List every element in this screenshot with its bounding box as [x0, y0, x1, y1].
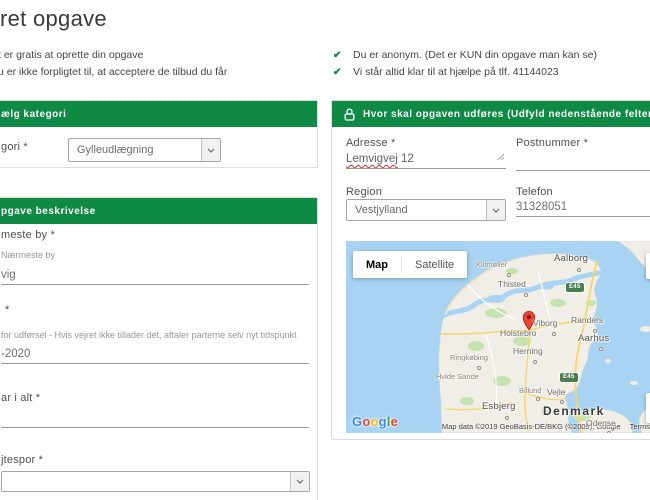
description-panel: pgave beskrivelse meste by * Nærmeste by… — [0, 197, 318, 500]
page-title: ret opgave — [0, 6, 107, 31]
category-panel-header-text: ælg kategori — [1, 108, 67, 120]
category-select[interactable]: Gylleudlægning — [68, 138, 221, 162]
google-map[interactable]: Map Satellite Google Map data ©2019 GeoB… — [346, 241, 650, 433]
location-panel: Hvor skal opgaven udføres (Udfyld nedens… — [331, 100, 650, 440]
map-type-control: Map Satellite — [353, 251, 468, 278]
chevron-down-icon[interactable] — [290, 472, 309, 491]
map-city-label: Aarhus — [578, 333, 610, 344]
region-select[interactable]: Vestjylland — [346, 199, 506, 221]
nearest-city-value: vig — [1, 269, 16, 281]
resize-grip-icon[interactable] — [497, 148, 505, 166]
benefits-list-right: ✔ Du er anonym. (Det er KUN din opgave m… — [333, 48, 597, 82]
category-panel: ælg kategori gori * Gylleudlægning — [0, 100, 318, 168]
map-city-dot — [533, 360, 537, 364]
telefon-input[interactable]: 31328051 — [516, 197, 650, 217]
satellite-button[interactable]: Satellite — [402, 251, 467, 278]
map-city-label: Vejle — [547, 387, 566, 397]
map-city-label: Hvide Sande — [436, 372, 479, 381]
map-city-label: Thisted — [498, 279, 526, 289]
area-input[interactable] — [1, 406, 309, 428]
adresse-value: Lemvigvej 12 — [346, 153, 414, 165]
date-input[interactable]: -2020 — [1, 344, 309, 364]
location-panel-header: Hvor skal opgaven udføres (Udfyld nedens… — [332, 101, 650, 127]
adresse-input[interactable]: Lemvigvej 12 — [346, 147, 506, 169]
benefit-text: Du er anonym. (Det er KUN din opgave man… — [353, 49, 597, 61]
map-city-label: Odense — [586, 418, 616, 428]
adresse-value-word: Lemvigvej — [346, 153, 398, 165]
tracks-label: jtespor * — [1, 454, 44, 466]
benefit-item: ✔ Vi står altid klar til at hjælpe på tl… — [333, 65, 597, 82]
nearest-city-input[interactable]: vig — [1, 265, 309, 285]
date-value: -2020 — [1, 348, 31, 360]
map-city-dot — [505, 416, 509, 420]
category-panel-header: ælg kategori — [0, 101, 317, 127]
map-city-label: Esbjerg — [482, 401, 516, 412]
map-city-dot — [507, 273, 511, 277]
benefits-list-left: ✔ t er gratis at oprette din opgave ✔ u … — [0, 48, 227, 82]
benefit-text: t er gratis at oprette din opgave — [0, 49, 144, 61]
area-label: ar i alt * — [1, 392, 41, 404]
check-icon: ✔ — [333, 67, 342, 78]
page: ret opgave ✔ t er gratis at oprette din … — [0, 0, 650, 500]
nearest-city-helper: Nærmeste by — [1, 250, 56, 260]
map-city-dot — [477, 366, 481, 370]
postnummer-label: Postnummer * — [516, 137, 589, 149]
description-panel-header-text: pgave beskrivelse — [1, 205, 96, 217]
location-panel-header-text: Hvor skal opgaven udføres (Udfyld nedens… — [363, 108, 650, 120]
route-badge: E45 — [566, 283, 584, 293]
map-city-dot — [599, 347, 603, 351]
map-city-label: Randers — [571, 315, 604, 325]
check-icon: ✔ — [333, 50, 342, 61]
category-select-value: Gylleudlægning — [77, 144, 154, 156]
chevron-down-icon[interactable] — [486, 200, 505, 220]
map-city-label: Ringkøbing — [450, 353, 488, 362]
telefon-value: 31328051 — [516, 201, 568, 213]
map-button[interactable]: Map — [353, 251, 401, 278]
benefit-item: ✔ t er gratis at oprette din opgave — [0, 48, 227, 65]
date-label: * — [5, 304, 10, 316]
nearest-city-label: meste by * — [1, 229, 55, 241]
adresse-value-number: 12 — [400, 153, 414, 165]
description-panel-header: pgave beskrivelse — [0, 198, 317, 224]
chevron-down-icon[interactable] — [201, 139, 220, 161]
region-select-value: Vestjylland — [355, 204, 408, 216]
tracks-select-value — [2, 472, 290, 491]
category-label: gori * — [1, 141, 28, 153]
zoom-control[interactable] — [646, 393, 650, 423]
benefit-text: u er ikke forpligtet til, at acceptere d… — [0, 66, 228, 78]
map-city-dot — [552, 332, 556, 336]
postnummer-input[interactable] — [516, 149, 650, 171]
lock-icon — [344, 107, 355, 121]
map-city-dot — [536, 397, 540, 401]
map-city-label: Holstebro — [500, 328, 537, 338]
map-city-label: Klitmøller — [476, 260, 508, 269]
map-city-dot — [577, 268, 581, 272]
map-city-dot — [607, 431, 611, 433]
map-city-dot — [524, 293, 528, 297]
map-city-label: Billund — [519, 386, 542, 395]
benefit-text: Vi står altid klar til at hjælpe på tlf.… — [353, 66, 559, 78]
benefit-item: ✔ Du er anonym. (Det er KUN din opgave m… — [333, 48, 597, 65]
map-terms-link[interactable]: Terms — [630, 422, 650, 431]
fullscreen-button[interactable] — [646, 253, 650, 279]
map-city-label: Viborg — [533, 318, 558, 328]
benefit-item: ✔ u er ikke forpligtet til, at acceptere… — [0, 65, 227, 82]
map-city-label: Denmark — [543, 404, 605, 418]
map-city-label: Aalborg — [554, 253, 589, 264]
tracks-select[interactable] — [1, 471, 310, 492]
route-badge: E45 — [560, 373, 578, 383]
region-label: Region — [346, 186, 383, 198]
date-helper: for udførsel - Hvis vejret ikke tillader… — [1, 330, 297, 340]
map-city-label: Herning — [513, 346, 543, 356]
